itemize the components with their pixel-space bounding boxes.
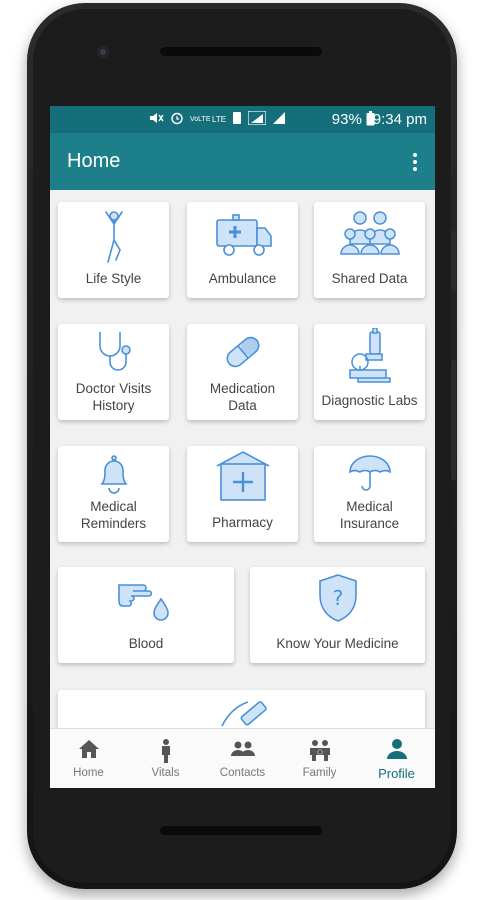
alarm-icon xyxy=(170,111,184,128)
app-bar: Home xyxy=(50,133,435,190)
ambulance-icon xyxy=(213,214,273,262)
status-icons: VoLTE LTE xyxy=(148,110,286,128)
microscope-icon xyxy=(346,327,394,388)
tile-know-your-medicine[interactable]: ? Know Your Medicine xyxy=(250,567,425,663)
svg-text:?: ? xyxy=(332,586,343,610)
syringe-icon xyxy=(212,696,272,728)
umbrella-icon xyxy=(348,452,392,498)
tile-diagnostic-labs[interactable]: Diagnostic Labs xyxy=(314,324,425,420)
contacts-icon xyxy=(230,741,256,761)
status-bar: VoLTE LTE 93% 9:34 pm xyxy=(50,106,435,133)
nav-label: Home xyxy=(73,767,104,779)
nav-family[interactable]: Family xyxy=(281,729,358,788)
tile-medication-data[interactable]: Medication Data xyxy=(187,324,298,420)
bell-icon xyxy=(96,452,132,498)
tile-medical-insurance[interactable]: Medical Insurance xyxy=(314,446,425,542)
stethoscope-icon xyxy=(92,330,136,378)
tile-label: Medication Data xyxy=(209,381,276,413)
volume-button xyxy=(451,360,456,480)
nav-label: Family xyxy=(302,767,337,779)
tile-label: Know Your Medicine xyxy=(276,636,399,651)
tile-label: Pharmacy xyxy=(212,515,273,530)
volte-icon: VoLTE xyxy=(190,116,211,123)
person-stretching-icon xyxy=(96,208,132,270)
battery-percent: 93% xyxy=(331,111,362,128)
signal-icon xyxy=(272,111,286,128)
overflow-menu-icon[interactable] xyxy=(413,153,417,171)
front-camera xyxy=(97,46,109,58)
nav-label: Vitals xyxy=(151,767,180,779)
home-icon xyxy=(78,739,100,763)
tile-label: Medical Reminders xyxy=(80,499,147,531)
screen: VoLTE LTE 93% 9:34 pm Home Life Style Am… xyxy=(50,106,435,788)
nav-label: Contacts xyxy=(219,767,266,779)
earpiece-speaker xyxy=(160,47,322,56)
tile-partial[interactable] xyxy=(58,690,425,728)
mute-icon xyxy=(148,111,164,128)
bottom-navigation: Home Vitals Contacts Family Profile xyxy=(50,728,435,788)
tile-label: Medical Insurance xyxy=(339,499,400,531)
family-icon xyxy=(308,739,332,765)
tile-ambulance[interactable]: Ambulance xyxy=(187,202,298,298)
pharmacy-icon xyxy=(215,450,271,506)
bottom-speaker xyxy=(160,826,322,835)
shield-question-icon: ? xyxy=(316,573,360,629)
group-icon xyxy=(339,210,400,262)
pill-icon xyxy=(221,332,265,376)
nav-contacts[interactable]: Contacts xyxy=(204,729,281,788)
nav-vitals[interactable]: Vitals xyxy=(127,729,204,788)
power-button xyxy=(451,230,456,290)
person-icon xyxy=(160,739,172,767)
tile-label: Shared Data xyxy=(331,271,408,286)
nav-label: Profile xyxy=(378,766,415,781)
tile-label: Life Style xyxy=(85,271,142,286)
clock: 9:34 pm xyxy=(372,111,427,128)
page-title: Home xyxy=(67,150,121,172)
tile-doctor-visits-history[interactable]: Doctor Visits History xyxy=(58,324,169,420)
blood-drop-hand-icon xyxy=(117,575,175,627)
battery-indicator: 93% xyxy=(332,111,375,130)
tile-blood[interactable]: Blood xyxy=(58,567,234,663)
tile-pharmacy[interactable]: Pharmacy xyxy=(187,446,298,542)
signal-icon xyxy=(247,110,267,128)
tile-label: Diagnostic Labs xyxy=(321,393,418,408)
tile-medical-reminders[interactable]: Medical Reminders xyxy=(58,446,169,542)
tile-shared-data[interactable]: Shared Data xyxy=(314,202,425,298)
tile-life-style[interactable]: Life Style xyxy=(58,202,169,298)
tile-label: Ambulance xyxy=(208,271,277,286)
tile-label: Blood xyxy=(128,636,164,651)
nav-profile[interactable]: Profile xyxy=(358,729,435,788)
sim-icon xyxy=(232,111,242,128)
tile-label: Doctor Visits History xyxy=(75,381,152,413)
nav-home[interactable]: Home xyxy=(50,729,127,788)
profile-icon xyxy=(386,739,407,763)
dashboard-grid: Life Style Ambulance Shared Data Doctor … xyxy=(50,190,435,728)
lte-icon: LTE xyxy=(212,115,227,124)
